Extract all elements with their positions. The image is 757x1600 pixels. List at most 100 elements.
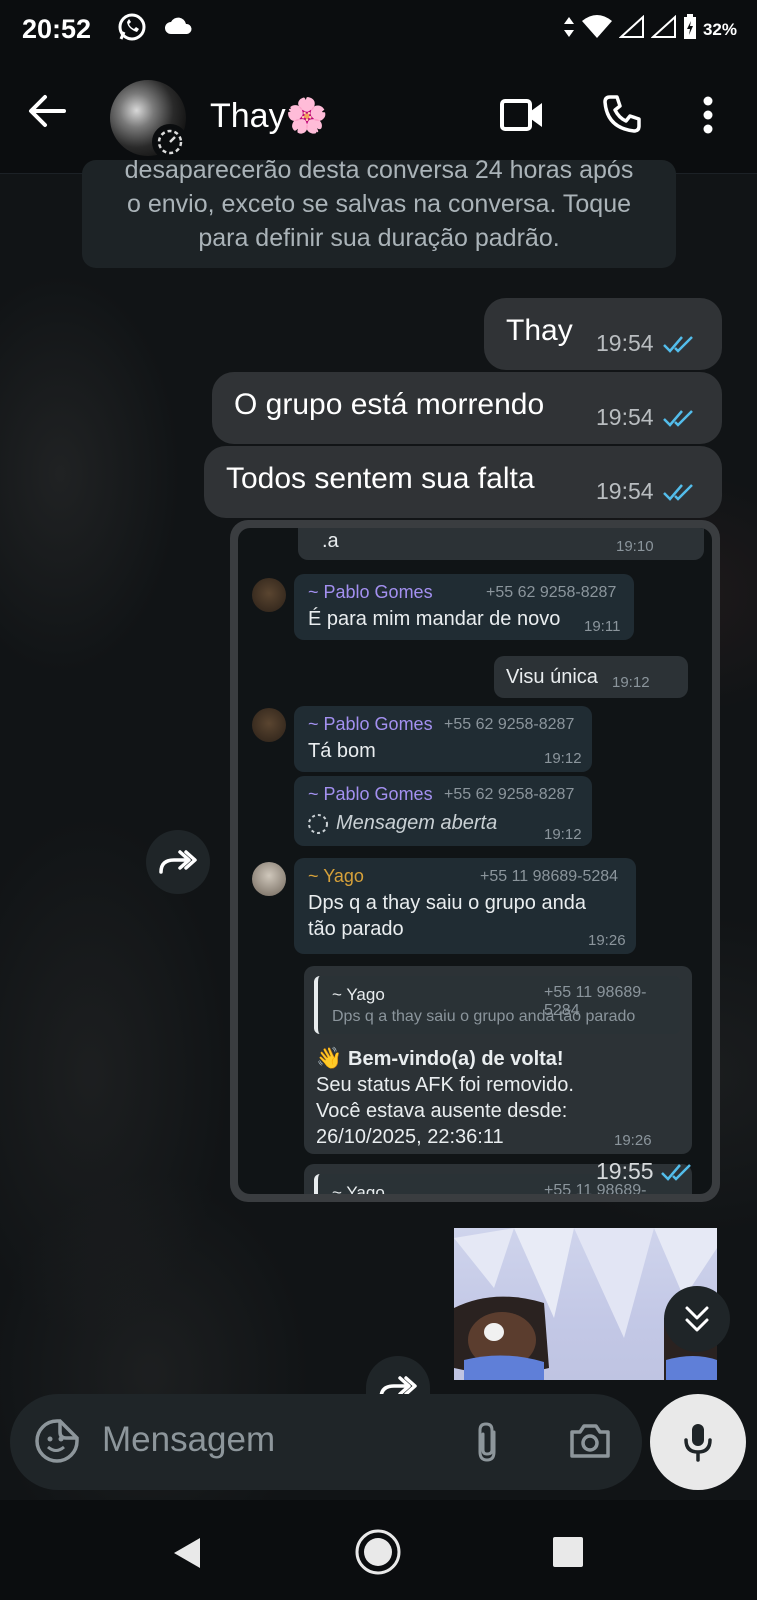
disappearing-timer-icon	[152, 124, 188, 160]
quoted-message: ~ Yago +55 11 98689-5284 Dps q a thay sa…	[314, 976, 680, 1034]
read-ticks-icon	[662, 335, 693, 353]
screenshot-bubble: .a 19:10	[298, 528, 704, 560]
voice-call-icon[interactable]	[602, 94, 642, 139]
sender-phone: +55 62 9258-8287	[444, 786, 575, 803]
screenshot-image[interactable]: .a 19:10 ~ Pablo Gomes +55 62 9258-8287 …	[238, 528, 712, 1194]
read-ticks-icon	[660, 1163, 691, 1181]
message-time: 19:54	[596, 478, 654, 504]
message-time: 19:55	[596, 1158, 654, 1184]
screenshot-time: 19:26	[614, 1132, 652, 1149]
screenshot-text: 26/10/2025, 22:36:11	[316, 1126, 504, 1148]
sender-avatar	[252, 578, 286, 612]
wifi-icon	[581, 15, 613, 44]
sender-phone: +55 62 9258-8287	[486, 584, 617, 601]
quote-text: Dps q a thay saiu o grupo anda tão parad…	[332, 1008, 636, 1025]
message-time: 19:54	[596, 404, 654, 430]
double-chevron-down-icon	[685, 1306, 709, 1332]
screenshot-text: É para mim mandar de novo	[308, 608, 561, 630]
message-input[interactable]: Mensagem	[102, 1420, 275, 1460]
screenshot-time: 19:12	[544, 750, 582, 767]
sender-avatar	[252, 862, 286, 896]
whatsapp-notification-icon	[117, 12, 147, 47]
sender-phone: +55 11 98689-5284	[480, 868, 619, 885]
screenshot-text: .a	[322, 530, 339, 552]
scroll-to-bottom-button[interactable]	[664, 1286, 730, 1352]
screenshot-text: Visu única	[506, 666, 598, 688]
forwarded-message-meta: 19:55	[596, 1158, 694, 1185]
message-text: Thay	[506, 314, 573, 347]
screenshot-text: Mensagem aberta	[336, 812, 498, 834]
system-navigation-bar	[0, 1500, 757, 1600]
back-arrow-icon[interactable]	[28, 94, 66, 133]
forward-icon	[159, 850, 197, 874]
screenshot-text: Dps q a thay saiu o grupo anda	[308, 892, 586, 914]
read-ticks-icon	[662, 483, 693, 501]
message-meta: 19:54	[596, 478, 696, 505]
sender-avatar	[252, 708, 286, 742]
screenshot-bubble: ~ Pablo Gomes +55 62 9258-8287 É para mi…	[294, 574, 634, 640]
message-bubble[interactable]: Thay 19:54	[484, 298, 722, 370]
signal-icon-2	[650, 14, 677, 44]
screenshot-text: Você estava ausente desde:	[316, 1100, 568, 1122]
screenshot-text: Seu status AFK foi removido.	[316, 1074, 574, 1096]
nav-back-icon[interactable]	[172, 1536, 202, 1575]
message-time: 19:54	[596, 330, 654, 356]
nav-home-icon[interactable]	[354, 1528, 402, 1581]
view-once-opened-icon	[308, 814, 328, 834]
screenshot-text: tão parado	[308, 918, 404, 940]
message-input-bar[interactable]: Mensagem	[10, 1394, 642, 1490]
forward-button[interactable]	[146, 830, 210, 894]
forwarded-screenshot-message[interactable]: .a 19:10 ~ Pablo Gomes +55 62 9258-8287 …	[230, 520, 720, 1202]
sender-name: ~ Pablo Gomes	[308, 582, 433, 602]
screenshot-time: 19:10	[616, 538, 654, 555]
message-meta: 19:54	[596, 404, 696, 431]
chat-header: Thay🌸	[0, 58, 757, 174]
read-ticks-icon	[662, 409, 693, 427]
quote-name: ~ Yago	[332, 985, 385, 1004]
screenshot-bubble: Visu única 19:12	[494, 656, 688, 698]
notice-line-2: o envio, exceto se salvas na conversa. T…	[126, 190, 632, 218]
sender-name: ~ Yago	[308, 866, 364, 886]
camera-icon[interactable]	[568, 1422, 612, 1465]
screenshot-text: Bem-vindo(a) de volta!	[348, 1048, 564, 1070]
status-bar: 20:52 32%	[0, 0, 757, 58]
screenshot-bubble: ~ Yago +55 11 98689-5284 Dps q a thay sa…	[294, 858, 636, 954]
voice-record-button[interactable]	[650, 1394, 746, 1490]
contact-name[interactable]: Thay🌸	[210, 96, 328, 136]
microphone-icon	[684, 1424, 712, 1462]
forward-icon	[379, 1376, 417, 1396]
message-bubble[interactable]: O grupo está morrendo 19:54	[212, 372, 722, 444]
wave-emoji: 👋	[316, 1047, 343, 1070]
sender-name: ~ Pablo Gomes	[308, 784, 433, 804]
notice-line-1: desaparecerão desta conversa 24 horas ap…	[124, 160, 634, 184]
message-text: O grupo está morrendo	[234, 388, 545, 421]
status-right-group: 32%	[563, 14, 737, 45]
attach-clip-icon[interactable]	[472, 1420, 502, 1469]
sender-phone: +55 62 9258-8287	[444, 716, 575, 733]
message-text: Todos sentem sua falta	[226, 462, 535, 495]
screenshot-time: 19:12	[544, 826, 582, 843]
screenshot-time: 19:26	[588, 932, 626, 949]
battery-icon	[683, 14, 697, 45]
video-call-icon[interactable]	[500, 98, 544, 137]
nav-recents-icon[interactable]	[552, 1536, 584, 1573]
sender-name: ~ Pablo Gomes	[308, 714, 433, 734]
screenshot-time: 19:12	[612, 674, 650, 691]
status-time: 20:52	[22, 14, 92, 44]
data-arrows-icon	[563, 15, 575, 44]
message-meta: 19:54	[596, 330, 696, 357]
sticker-emoji-icon[interactable]	[34, 1418, 80, 1469]
signal-icon-1	[618, 14, 645, 44]
screenshot-bubble: ~ Pablo Gomes +55 62 9258-8287 Tá bom 19…	[294, 706, 592, 772]
more-options-icon[interactable]	[702, 96, 714, 139]
screenshot-bubble: ~ Yago +55 11 98689-5284 Dps q a thay sa…	[304, 966, 692, 1154]
cloud-icon	[164, 16, 194, 41]
disappearing-messages-notice[interactable]: desaparecerão desta conversa 24 horas ap…	[82, 160, 676, 268]
message-bubble[interactable]: Todos sentem sua falta 19:54	[204, 446, 722, 518]
screenshot-text: Tá bom	[308, 740, 376, 762]
battery-percent: 32%	[702, 19, 737, 39]
screenshot-bubble: ~ Pablo Gomes +55 62 9258-8287 Mensagem …	[294, 776, 592, 846]
notice-line-3: para definir sua duração padrão.	[198, 224, 560, 252]
screenshot-time: 19:11	[584, 618, 621, 635]
quote-name: ~ Yago	[332, 1183, 385, 1194]
